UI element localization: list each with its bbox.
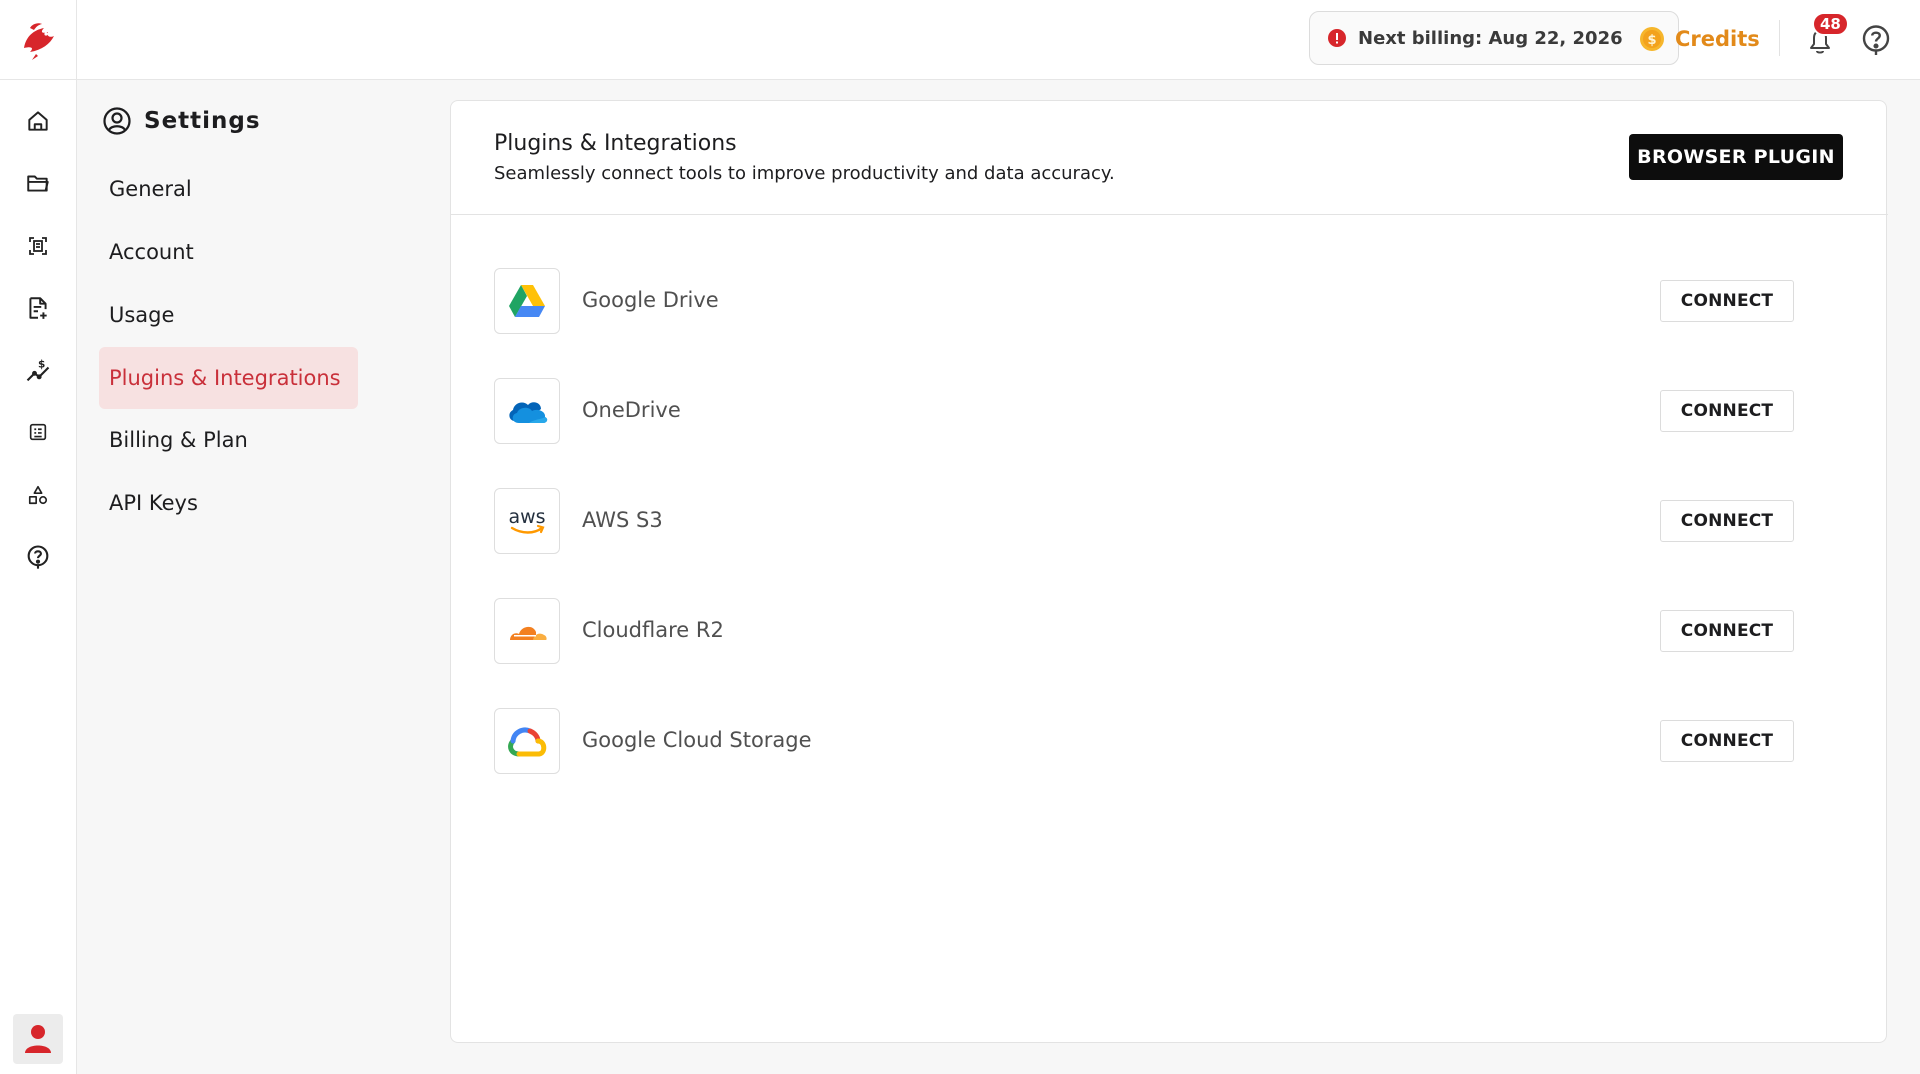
integration-name: Cloudflare R2 [582, 618, 724, 642]
settings-heading: Settings [102, 103, 261, 139]
rail-divider [0, 79, 77, 80]
shapes-icon[interactable] [18, 475, 58, 515]
coin-icon: $ [1640, 27, 1664, 51]
icon-rail: $ [0, 0, 77, 1074]
nav-item-general[interactable]: General [99, 158, 358, 220]
folder-icon[interactable] [18, 163, 58, 203]
scan-document-icon[interactable] [18, 226, 58, 266]
document-add-icon[interactable] [18, 288, 58, 328]
integration-name: AWS S3 [582, 508, 663, 532]
aws-icon: aws [494, 488, 560, 554]
nav-item-api-keys[interactable]: API Keys [99, 472, 358, 534]
integration-row-google-cloud-storage: Google Cloud Storage CONNECT [494, 708, 1844, 774]
nav-item-billing-plan[interactable]: Billing & Plan [99, 409, 358, 471]
header-divider [1779, 20, 1780, 56]
connect-button[interactable]: CONNECT [1660, 390, 1794, 432]
connect-button[interactable]: CONNECT [1660, 500, 1794, 542]
google-cloud-icon [494, 708, 560, 774]
integration-row-aws-s3: aws AWS S3 CONNECT [494, 488, 1844, 554]
connect-button[interactable]: CONNECT [1660, 280, 1794, 322]
svg-text:$: $ [1647, 33, 1656, 48]
connect-button[interactable]: CONNECT [1660, 720, 1794, 762]
nav-item-account[interactable]: Account [99, 221, 358, 283]
home-icon[interactable] [18, 101, 58, 141]
nav-item-usage[interactable]: Usage [99, 284, 358, 346]
integration-row-google-drive: Google Drive CONNECT [494, 268, 1844, 334]
credits-button[interactable]: $ Credits [1639, 22, 1760, 56]
panel-header: Plugins & Integrations Seamlessly connec… [451, 101, 1888, 215]
nav-item-plugins-integrations[interactable]: Plugins & Integrations [99, 347, 358, 409]
help-icon[interactable] [1858, 22, 1894, 58]
credits-label: Credits [1675, 27, 1760, 51]
cloudflare-icon [494, 598, 560, 664]
cost-analytics-icon[interactable]: $ [18, 351, 58, 391]
help-icon[interactable] [18, 537, 58, 577]
dragon-logo-icon[interactable] [16, 18, 60, 62]
page-subtitle: Seamlessly connect tools to improve prod… [494, 163, 1115, 184]
integration-name: OneDrive [582, 398, 681, 422]
integration-name: Google Cloud Storage [582, 728, 812, 752]
settings-title: Settings [144, 108, 261, 134]
billing-notice[interactable]: Next billing: Aug 22, 2026 [1309, 11, 1679, 65]
integration-row-onedrive: OneDrive CONNECT [494, 378, 1844, 444]
browser-plugin-button[interactable]: BROWSER PLUGIN [1629, 134, 1843, 180]
top-header: Next billing: Aug 22, 2026 $ Credits 48 [77, 0, 1920, 80]
notification-badge: 48 [1812, 12, 1849, 36]
billing-text: Next billing: Aug 22, 2026 [1358, 27, 1623, 49]
user-circle-icon [103, 107, 131, 135]
integrations-panel: Plugins & Integrations Seamlessly connec… [450, 100, 1888, 1043]
integration-name: Google Drive [582, 288, 719, 312]
svg-text:$: $ [38, 359, 45, 371]
page-title: Plugins & Integrations [494, 131, 737, 156]
onedrive-icon [494, 378, 560, 444]
user-icon[interactable] [13, 1014, 63, 1064]
aws-logo-text: aws [508, 506, 545, 528]
alert-icon [1328, 29, 1346, 47]
connect-button[interactable]: CONNECT [1660, 610, 1794, 652]
form-list-icon[interactable] [18, 412, 58, 452]
integration-row-cloudflare-r2: Cloudflare R2 CONNECT [494, 598, 1844, 664]
google-drive-icon [494, 268, 560, 334]
